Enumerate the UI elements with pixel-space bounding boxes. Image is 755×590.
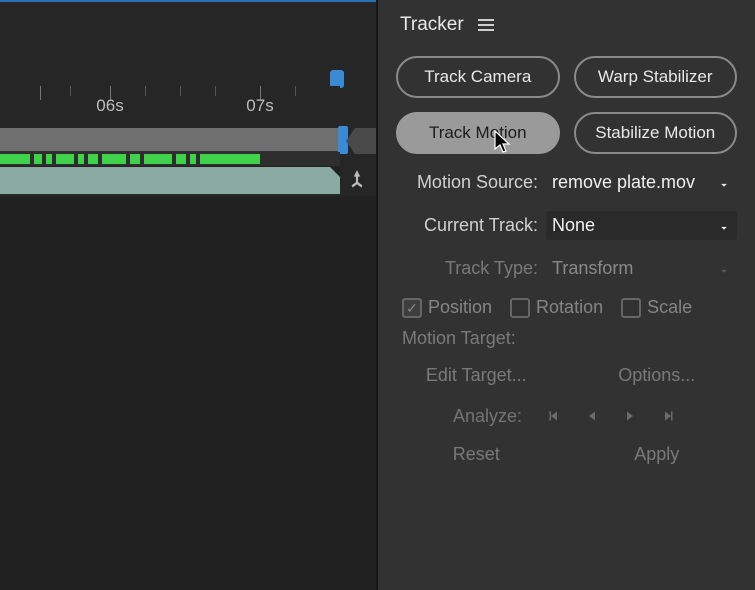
stabilize-motion-button[interactable]: Stabilize Motion (574, 112, 738, 154)
current-track-label: Current Track: (396, 215, 546, 236)
analyze-forward-icon (618, 404, 642, 428)
warp-stabilizer-button[interactable]: Warp Stabilizer (574, 56, 738, 98)
motion-target-label: Motion Target: (402, 328, 737, 349)
panel-menu-icon[interactable] (478, 19, 494, 31)
options-button: Options... (577, 357, 738, 394)
rotation-checkbox: Rotation (510, 297, 603, 318)
motion-source-label: Motion Source: (396, 172, 546, 193)
track-type-value: Transform (552, 258, 633, 279)
chevron-down-icon (717, 219, 731, 233)
panel-title: Tracker (400, 14, 464, 36)
track-motion-button[interactable]: Track Motion (396, 112, 560, 154)
work-area-end-handle[interactable] (338, 126, 348, 154)
position-checkbox: Position (402, 297, 492, 318)
current-track-value: None (552, 215, 595, 236)
tracker-panel: Tracker Track Camera Warp Stabilizer Tra… (376, 0, 755, 590)
checkbox-icon (402, 298, 422, 318)
track-type-dropdown: Transform (546, 254, 737, 283)
motion-source-dropdown[interactable]: remove plate.mov (546, 168, 737, 197)
rotation-label: Rotation (536, 297, 603, 318)
panel-header: Tracker (400, 14, 737, 36)
analyze-label: Analyze: (453, 406, 522, 427)
analyze-step-forward-icon (656, 404, 680, 428)
analyze-back-icon (580, 404, 604, 428)
reset-button: Reset (396, 436, 557, 473)
checkbox-icon (510, 298, 530, 318)
chevron-down-icon (717, 176, 731, 190)
active-tab-indicator (0, 0, 376, 2)
edit-target-button: Edit Target... (396, 357, 557, 394)
current-track-dropdown[interactable]: None (546, 211, 737, 240)
analyze-step-back-icon (542, 404, 566, 428)
motion-source-value: remove plate.mov (552, 172, 695, 193)
puppet-pin-icon[interactable] (344, 168, 370, 192)
position-label: Position (428, 297, 492, 318)
footage-layer-bar[interactable] (0, 166, 340, 194)
timeline-pane: 06s 07s (0, 0, 376, 590)
scale-label: Scale (647, 297, 692, 318)
composition-marker[interactable] (346, 128, 376, 154)
analyze-controls: Analyze: (396, 404, 737, 428)
time-ruler[interactable]: 06s 07s (0, 86, 340, 124)
app-root: 06s 07s Tracker (0, 0, 755, 590)
track-type-label: Track Type: (396, 258, 546, 279)
ruler-label-07s: 07s (246, 96, 273, 116)
timeline-empty-area (0, 196, 376, 590)
cache-indicator-track (0, 152, 340, 166)
scale-checkbox: Scale (621, 297, 692, 318)
checkbox-icon (621, 298, 641, 318)
track-camera-button[interactable]: Track Camera (396, 56, 560, 98)
ruler-label-06s: 06s (96, 96, 123, 116)
work-area-bar[interactable] (0, 128, 340, 152)
chevron-down-icon (717, 262, 731, 276)
track-options-row: Position Rotation Scale (402, 297, 737, 318)
apply-button: Apply (577, 436, 738, 473)
